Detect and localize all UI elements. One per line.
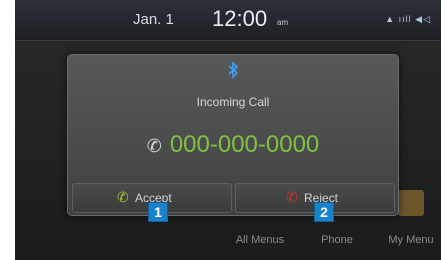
infotainment-screen: Jan. 1 12:00 am ▲ ııll ◀◁ All Menus Phon… <box>15 0 441 260</box>
incoming-call-icon: ✆ <box>146 136 162 156</box>
reject-call-icon: ✆ <box>286 189 298 205</box>
caller-number-row: ✆ 000-000-0000 <box>68 131 398 159</box>
caller-number: 000-000-0000 <box>169 131 320 158</box>
status-time: 12:00 <box>212 6 268 31</box>
incoming-call-dialog: Incoming Call ✆ 000-000-0000 ✆ Accept ✆ R… <box>67 54 399 216</box>
bluetooth-icon <box>225 61 241 79</box>
status-icons: ▲ ııll ◀◁ <box>385 14 431 24</box>
status-ampm: am <box>277 18 289 27</box>
callout-marker-1: 1 <box>148 202 168 222</box>
dialog-buttons: ✆ Accept ✆ Reject <box>72 183 395 213</box>
menu-my-menu-label: My Menu <box>388 234 434 246</box>
bluetooth-glyph <box>228 61 239 79</box>
dialog-title: Incoming Call <box>196 95 270 109</box>
status-bar: Jan. 1 12:00 am ▲ ııll ◀◁ <box>15 0 441 41</box>
accept-call-icon: ✆ <box>117 189 129 205</box>
menu-all-menus-label: All Menus <box>235 234 285 246</box>
menu-phone-label: Phone <box>321 234 353 246</box>
my-menu-icon <box>398 190 424 216</box>
status-date: Jan. 1 <box>133 11 174 28</box>
callout-marker-2: 2 <box>314 202 334 222</box>
